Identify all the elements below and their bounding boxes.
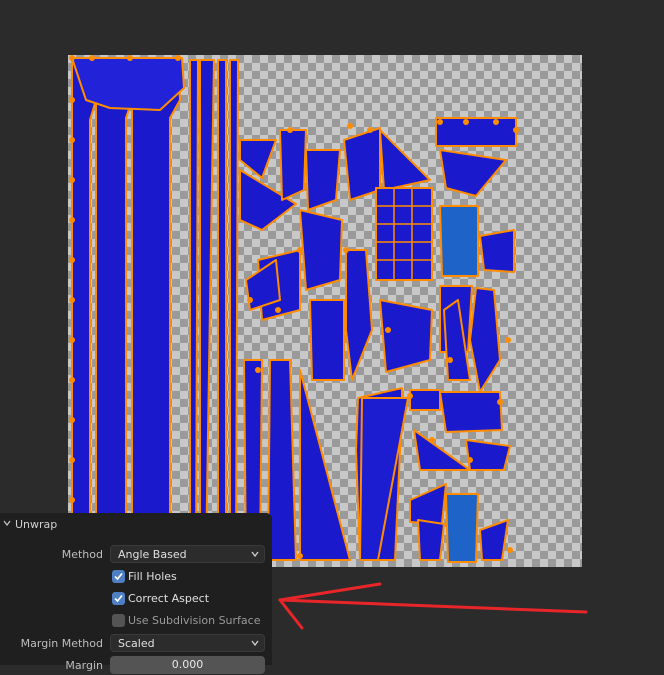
uv-island-11 [343, 127, 381, 201]
checkmark-icon [114, 594, 123, 603]
margin-method-row: Margin Method Scaled [0, 633, 272, 653]
uv-island-r4 [479, 229, 515, 273]
chevron-down-icon [251, 640, 259, 646]
uv-island-tri-3 [299, 369, 351, 561]
uv-island-10 [379, 299, 433, 373]
fill-holes-row: Fill Holes [0, 567, 272, 587]
uv-island-r15 [417, 519, 445, 561]
method-label: Method [61, 548, 103, 561]
uv-island-12 [379, 129, 431, 191]
method-value: Angle Based [118, 548, 187, 561]
uv-island-r12 [409, 483, 447, 525]
uv-island-strip-2 [199, 59, 215, 561]
correct-aspect-row: Correct Aspect [0, 589, 272, 609]
uv-island-column-1 [71, 57, 97, 521]
unwrap-operator-panel: Unwrap Method Angle Based Fill Holes Cor… [0, 513, 272, 674]
uv-island-3 [279, 129, 307, 201]
uv-island-strip-4 [229, 59, 239, 561]
uv-island-r3 [439, 205, 479, 277]
uv-island-strip-1 [189, 59, 199, 561]
fill-holes-checkbox[interactable] [112, 570, 125, 583]
uv-island-r9 [413, 429, 471, 471]
uv-island-8 [309, 299, 345, 381]
margin-row: Margin 0.000 [0, 655, 272, 675]
fill-holes-label: Fill Holes [128, 570, 177, 583]
chevron-down-icon[interactable] [3, 519, 11, 527]
uv-island-r13 [445, 493, 479, 563]
margin-method-label: Margin Method [20, 637, 103, 650]
correct-aspect-label: Correct Aspect [128, 592, 210, 605]
use-subdivision-checkbox[interactable] [112, 614, 125, 627]
panel-title: Unwrap [15, 518, 58, 531]
margin-method-dropdown[interactable]: Scaled [110, 634, 265, 652]
uv-island-r2 [439, 149, 507, 197]
margin-method-value: Scaled [118, 637, 155, 650]
uv-island-r6 [469, 287, 501, 393]
uv-island-7 [299, 209, 343, 291]
panel-header[interactable]: Unwrap [0, 513, 272, 535]
uv-island-r14 [479, 519, 509, 561]
uv-island-column-3 [131, 57, 181, 521]
margin-label: Margin [65, 659, 103, 672]
method-row: Method Angle Based [0, 544, 272, 564]
uv-island-4 [305, 149, 341, 211]
uv-island-r11 [465, 439, 511, 471]
uv-island-r1 [435, 117, 517, 147]
chevron-down-icon [251, 551, 259, 557]
uv-island-grid [375, 187, 433, 281]
margin-field[interactable]: 0.000 [110, 656, 265, 674]
use-subdivision-row: Use Subdivision Surface [0, 611, 272, 631]
uv-island-9 [345, 249, 373, 381]
uv-island-r10 [439, 391, 503, 433]
uv-island-column-2 [91, 57, 133, 521]
uv-island-strip-3 [217, 59, 227, 561]
use-subdivision-label: Use Subdivision Surface [128, 614, 261, 627]
uv-island-tri-2 [267, 359, 297, 561]
checkmark-icon [114, 572, 123, 581]
correct-aspect-checkbox[interactable] [112, 592, 125, 605]
method-dropdown[interactable]: Angle Based [110, 545, 265, 563]
uv-island-r8 [409, 389, 441, 411]
